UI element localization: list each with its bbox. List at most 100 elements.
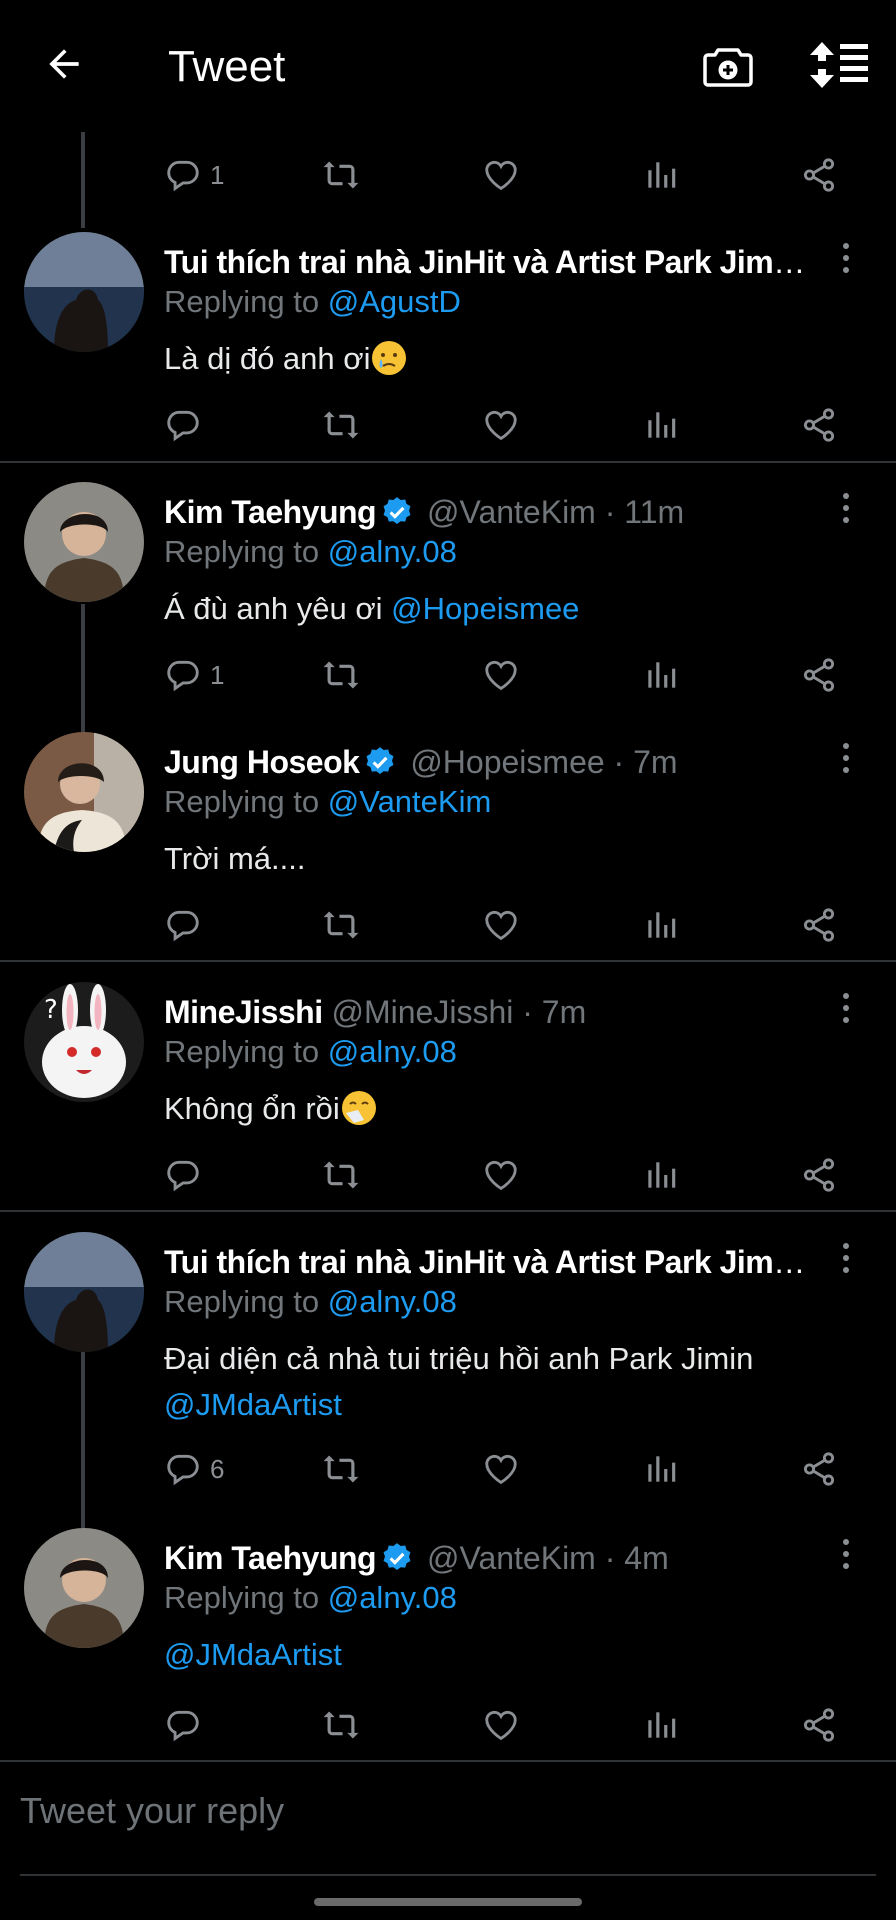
avatar[interactable]	[24, 482, 144, 602]
tweet[interactable]: Kim Taehyung @VanteKim · 4m Replying to …	[0, 1526, 896, 1756]
heart-icon	[485, 1710, 517, 1741]
reply-count: 1	[210, 659, 225, 690]
views-button[interactable]	[642, 150, 680, 200]
retweet-button[interactable]	[322, 1700, 360, 1750]
home-indicator[interactable]	[314, 1898, 582, 1906]
tweet[interactable]: ? MineJisshi @MineJisshi · 7m Replying t…	[0, 980, 896, 1210]
mention-link[interactable]: @Hopeismee	[391, 591, 579, 626]
share-button[interactable]	[800, 1700, 838, 1750]
views-button[interactable]	[642, 900, 680, 950]
display-name[interactable]: Tui thích trai nhà JinHit và Artist Park…	[164, 244, 806, 280]
mention-link[interactable]: @JMdaArtist	[164, 1637, 342, 1672]
share-button[interactable]	[800, 400, 838, 450]
replying-to-handle[interactable]: @alny.08	[328, 1034, 457, 1069]
page-title: Tweet	[168, 42, 286, 91]
tweet[interactable]: Tui thích trai nhà JinHit và Artist Park…	[0, 230, 896, 460]
replying-to-handle[interactable]: @alny.08	[328, 534, 457, 569]
camera-button[interactable]	[700, 38, 756, 94]
avatar[interactable]	[24, 732, 144, 852]
views-button[interactable]	[642, 1444, 680, 1494]
share-button[interactable]	[800, 650, 838, 700]
display-name[interactable]: Kim Taehyung	[164, 494, 377, 530]
handle: @Hopeismee	[410, 744, 605, 780]
like-button[interactable]	[482, 400, 520, 450]
reply-composer	[0, 1762, 896, 1882]
avatar[interactable]	[24, 232, 144, 352]
sort-replies-icon	[810, 42, 868, 88]
like-button[interactable]	[482, 1444, 520, 1494]
reply-icon	[167, 910, 199, 942]
views-icon	[648, 1456, 676, 1482]
views-icon	[648, 1712, 676, 1738]
tweet[interactable]: Jung Hoseok @Hopeismee · 7m Replying to …	[0, 730, 896, 960]
reply-button[interactable]	[164, 1700, 202, 1750]
reply-button[interactable]: 6	[164, 1444, 224, 1494]
views-button[interactable]	[642, 650, 680, 700]
views-button[interactable]	[642, 1150, 680, 1200]
verified-badge-icon	[366, 747, 394, 775]
display-name[interactable]: Kim Taehyung	[164, 1540, 377, 1576]
retweet-icon	[323, 1711, 359, 1739]
more-options-button[interactable]	[830, 1236, 862, 1280]
share-button[interactable]	[800, 150, 838, 200]
tweet[interactable]: Tui thích trai nhà JinHit và Artist Park…	[0, 1230, 896, 1520]
sneezing-face-emoji	[341, 1091, 376, 1125]
reply-count: 1	[210, 159, 225, 190]
like-button[interactable]	[482, 650, 520, 700]
timestamp: · 11m	[604, 494, 685, 530]
tweet-text: @JMdaArtist	[164, 1632, 836, 1678]
display-name[interactable]: MineJisshi	[164, 994, 323, 1030]
arrow-left-icon	[49, 49, 79, 79]
retweet-button[interactable]	[322, 650, 360, 700]
sort-replies-button[interactable]	[808, 40, 872, 90]
more-options-button[interactable]	[830, 736, 862, 780]
avatar[interactable]	[24, 1528, 144, 1648]
reply-button[interactable]: 1	[164, 650, 224, 700]
avatar-image	[24, 482, 144, 602]
more-options-button[interactable]	[830, 486, 862, 530]
avatar[interactable]	[24, 1232, 144, 1352]
back-button[interactable]	[40, 40, 88, 88]
share-button[interactable]	[800, 900, 838, 950]
views-button[interactable]	[642, 1700, 680, 1750]
avatar[interactable]: ?	[24, 982, 144, 1102]
share-button[interactable]	[800, 1150, 838, 1200]
views-icon	[648, 662, 676, 688]
reply-input[interactable]	[20, 1776, 860, 1846]
mention-link[interactable]: @JMdaArtist	[164, 1382, 836, 1428]
more-options-button[interactable]	[830, 1532, 862, 1576]
more-options-button[interactable]	[830, 236, 862, 280]
like-button[interactable]	[482, 150, 520, 200]
replying-to-handle[interactable]: @alny.08	[328, 1580, 457, 1615]
reply-icon	[167, 1160, 199, 1192]
verified-badge-icon	[383, 1543, 411, 1571]
like-button[interactable]	[482, 900, 520, 950]
replying-to-handle[interactable]: @alny.08	[328, 1284, 457, 1319]
reply-button[interactable]	[164, 400, 202, 450]
reply-icon	[167, 1454, 199, 1486]
retweet-button[interactable]	[322, 1150, 360, 1200]
replying-to: Replying to @alny.08	[164, 534, 457, 569]
retweet-button[interactable]	[322, 900, 360, 950]
reply-icon	[167, 160, 199, 192]
replying-to-handle[interactable]: @VanteKim	[328, 784, 492, 819]
display-name[interactable]: Tui thích trai nhà JinHit và Artist Park…	[164, 1244, 806, 1280]
reply-icon	[167, 660, 199, 692]
tweet-header: Kim Taehyung @VanteKim · 11m	[164, 490, 806, 534]
like-button[interactable]	[482, 1700, 520, 1750]
retweet-button[interactable]	[322, 400, 360, 450]
reply-button[interactable]	[164, 1150, 202, 1200]
retweet-button[interactable]	[322, 1444, 360, 1494]
share-button[interactable]	[800, 1444, 838, 1494]
more-options-button[interactable]	[830, 986, 862, 1030]
like-button[interactable]	[482, 1150, 520, 1200]
tweet[interactable]: Kim Taehyung @VanteKim · 11m Replying to…	[0, 480, 896, 720]
display-name[interactable]: Jung Hoseok	[164, 744, 360, 780]
timestamp: · 7m	[613, 744, 678, 780]
retweet-button[interactable]	[322, 150, 360, 200]
views-button[interactable]	[642, 400, 680, 450]
reply-button[interactable]: 1	[164, 150, 224, 200]
reply-button[interactable]	[164, 900, 202, 950]
replying-to-handle[interactable]: @AgustD	[328, 284, 461, 319]
replying-to: Replying to @VanteKim	[164, 784, 492, 819]
